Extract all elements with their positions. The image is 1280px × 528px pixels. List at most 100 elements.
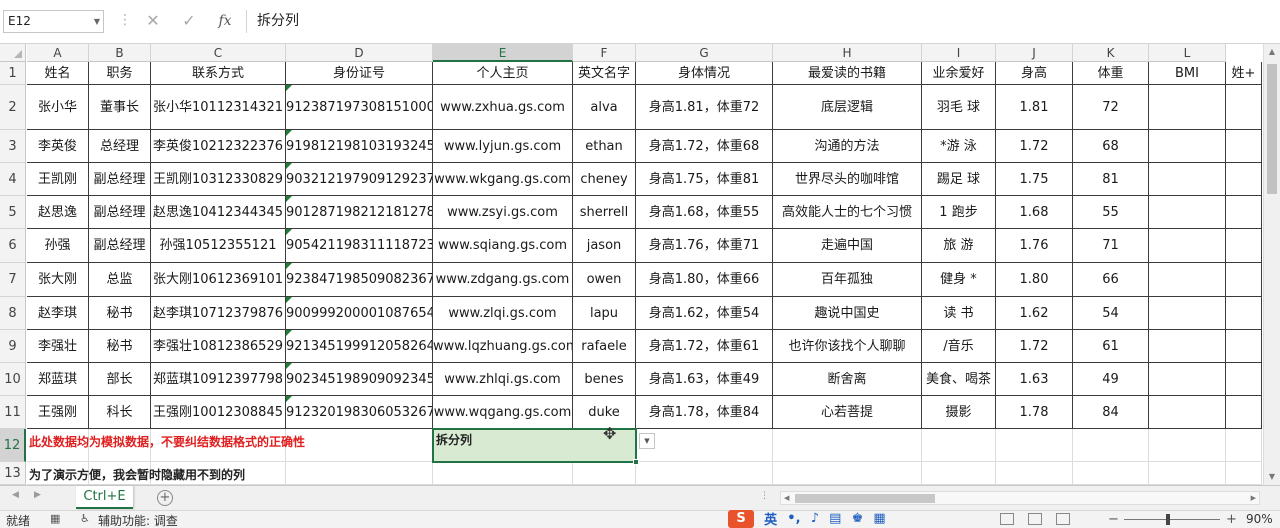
accessibility-status[interactable]: 辅助功能: 调查 xyxy=(98,512,178,528)
sheet-tab-ctrl-e[interactable]: Ctrl+E xyxy=(76,486,133,509)
row-header-13[interactable]: 13 xyxy=(0,462,26,485)
page-layout-icon[interactable] xyxy=(1028,513,1042,525)
table-cell[interactable]: www.sqiang.gs.com xyxy=(433,229,573,263)
empty-cell[interactable] xyxy=(922,429,996,462)
table-cell[interactable]: 张小华 xyxy=(27,85,89,130)
table-cell[interactable]: 部长 xyxy=(89,363,151,396)
table-cell[interactable]: 科长 xyxy=(89,396,151,429)
header-cell[interactable]: 姓名 xyxy=(27,62,89,85)
table-cell[interactable] xyxy=(1226,163,1262,196)
table-cell[interactable]: 66 xyxy=(1073,263,1149,297)
table-cell[interactable]: 923847198509082367 xyxy=(286,263,433,297)
cancel-icon[interactable]: ✕ xyxy=(142,10,164,32)
table-cell[interactable] xyxy=(1149,85,1226,130)
table-cell[interactable]: 王强刚10012308845 xyxy=(151,396,286,429)
table-cell[interactable]: 健身 * xyxy=(922,263,996,297)
table-cell[interactable]: 905421198311118723 xyxy=(286,229,433,263)
table-cell[interactable]: www.lqzhuang.gs.com xyxy=(433,330,573,363)
table-cell[interactable]: 55 xyxy=(1073,196,1149,229)
table-cell[interactable]: 54 xyxy=(1073,297,1149,330)
table-cell[interactable]: 郑蓝琪 xyxy=(27,363,89,396)
check-icon[interactable]: ✓ xyxy=(178,10,200,32)
add-sheet-icon[interactable]: + xyxy=(157,490,173,506)
table-cell[interactable]: 身高1.75，体重81 xyxy=(636,163,773,196)
table-cell[interactable] xyxy=(1149,196,1226,229)
empty-cell[interactable] xyxy=(573,462,636,485)
table-cell[interactable]: 李强壮10812386529 xyxy=(151,330,286,363)
column-header-a[interactable]: A xyxy=(27,44,89,62)
table-cell[interactable]: 901287198212181278 xyxy=(286,196,433,229)
table-cell[interactable]: 身高1.78，体重84 xyxy=(636,396,773,429)
microphone-icon[interactable]: ♪ xyxy=(811,511,819,526)
row-header-9[interactable]: 9 xyxy=(0,330,26,363)
empty-cell[interactable] xyxy=(1149,429,1226,462)
table-cell[interactable]: 郑蓝琪10912397798 xyxy=(151,363,286,396)
table-cell[interactable]: 1.81 xyxy=(996,85,1073,130)
table-cell[interactable]: 赵思逸10412344345 xyxy=(151,196,286,229)
row-header-7[interactable]: 7 xyxy=(0,263,26,297)
header-cell[interactable]: 最爱读的书籍 xyxy=(773,62,922,85)
zoom-slider[interactable] xyxy=(1124,519,1220,520)
vertical-scroll-thumb[interactable] xyxy=(1267,64,1277,194)
table-cell[interactable]: 919812198103193245 xyxy=(286,130,433,163)
table-cell[interactable] xyxy=(1149,330,1226,363)
table-cell[interactable]: 1.78 xyxy=(996,396,1073,429)
table-cell[interactable] xyxy=(1149,363,1226,396)
row-header-1[interactable]: 1 xyxy=(0,62,26,85)
table-cell[interactable] xyxy=(1149,130,1226,163)
table-cell[interactable]: 1.68 xyxy=(996,196,1073,229)
table-cell[interactable]: 张大刚10612369101 xyxy=(151,263,286,297)
table-cell[interactable]: 1.80 xyxy=(996,263,1073,297)
row-header-11[interactable]: 11 xyxy=(0,396,26,429)
scroll-left-icon[interactable]: ◀ xyxy=(784,492,789,504)
table-cell[interactable]: www.zxhua.gs.com xyxy=(433,85,573,130)
table-cell[interactable]: 1.62 xyxy=(996,297,1073,330)
table-cell[interactable]: 孙强 xyxy=(27,229,89,263)
table-cell[interactable] xyxy=(1149,297,1226,330)
vertical-scrollbar[interactable]: ▲ ▼ xyxy=(1263,44,1280,485)
spreadsheet-grid[interactable]: ABCDEFGHIJKL1234567891011121314姓名职务联系方式身… xyxy=(0,44,1280,485)
column-header-l[interactable]: L xyxy=(1149,44,1226,62)
zoom-level[interactable]: 90% xyxy=(1246,512,1273,526)
table-cell[interactable]: 赵李琪10712379876 xyxy=(151,297,286,330)
table-cell[interactable]: 李英俊 xyxy=(27,130,89,163)
table-cell[interactable] xyxy=(1226,297,1262,330)
page-break-icon[interactable] xyxy=(1056,513,1070,525)
prev-sheet-icon[interactable]: ◀ xyxy=(12,490,19,500)
table-cell[interactable]: 百年孤独 xyxy=(773,263,922,297)
table-cell[interactable]: 81 xyxy=(1073,163,1149,196)
empty-cell[interactable] xyxy=(1226,462,1262,485)
header-cell[interactable]: 英文名字 xyxy=(573,62,636,85)
table-cell[interactable]: 912387197308151000 xyxy=(286,85,433,130)
zoom-in-button[interactable]: + xyxy=(1226,512,1237,527)
sogou-ime-icon[interactable]: S xyxy=(728,509,754,528)
fill-handle[interactable] xyxy=(633,459,639,465)
zoom-slider-knob[interactable] xyxy=(1166,514,1170,525)
empty-cell[interactable] xyxy=(286,429,433,462)
table-cell[interactable]: www.lyjun.gs.com xyxy=(433,130,573,163)
header-cell[interactable]: 身体情况 xyxy=(636,62,773,85)
sogou-ime-toolbar[interactable]: S 英 •, ♪ ▤ ♚ ▦ xyxy=(728,509,886,528)
scroll-down-icon[interactable]: ▼ xyxy=(1264,469,1280,485)
chevron-down-icon[interactable]: ▼ xyxy=(94,11,100,32)
table-cell[interactable] xyxy=(1149,229,1226,263)
table-cell[interactable]: 张大刚 xyxy=(27,263,89,297)
table-cell[interactable]: 王强刚 xyxy=(27,396,89,429)
table-cell[interactable]: 1.76 xyxy=(996,229,1073,263)
table-cell[interactable]: 旅 游 xyxy=(922,229,996,263)
header-cell[interactable]: BMI xyxy=(1149,62,1226,85)
table-cell[interactable] xyxy=(1226,229,1262,263)
table-cell[interactable]: 董事长 xyxy=(89,85,151,130)
table-cell[interactable] xyxy=(1226,396,1262,429)
empty-cell[interactable] xyxy=(636,462,773,485)
empty-cell[interactable] xyxy=(996,429,1073,462)
table-cell[interactable]: 72 xyxy=(1073,85,1149,130)
zoom-out-button[interactable]: − xyxy=(1108,512,1119,527)
table-cell[interactable]: alva xyxy=(573,85,636,130)
empty-cell[interactable] xyxy=(636,429,773,462)
table-cell[interactable]: 赵李琪 xyxy=(27,297,89,330)
horizontal-scroll-thumb[interactable] xyxy=(795,494,935,503)
header-cell[interactable]: 姓+ xyxy=(1226,62,1262,85)
punctuation-icon[interactable]: •, xyxy=(787,511,800,526)
table-cell[interactable]: www.wqgang.gs.com xyxy=(433,396,573,429)
